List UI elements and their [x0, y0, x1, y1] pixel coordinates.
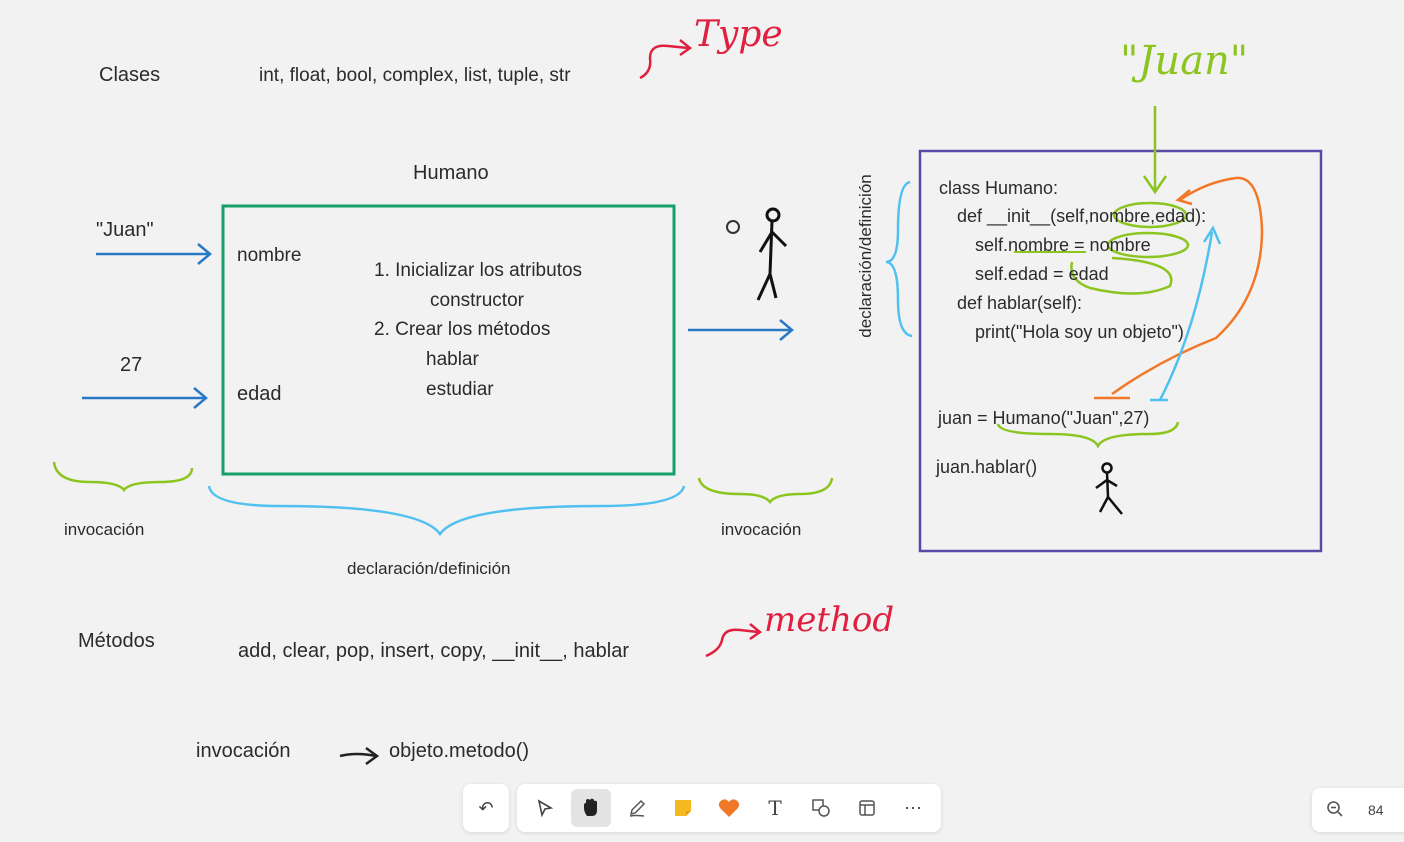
brace-declaracion-bottom	[207, 485, 686, 537]
select-icon[interactable]	[525, 789, 565, 827]
undo-icon[interactable]: ↶	[463, 784, 509, 832]
step-item: estudiar	[426, 379, 494, 400]
code-line: def hablar(self):	[957, 293, 1083, 313]
code-line: self.edad = edad	[975, 264, 1109, 284]
attr-nombre: nombre	[237, 245, 302, 266]
zoom-value[interactable]: 84	[1368, 802, 1384, 818]
brace-declaracion-vertical	[885, 180, 913, 338]
hand-icon[interactable]	[571, 789, 611, 827]
input-juan: "Juan"	[96, 219, 154, 241]
text-icon[interactable]: T	[755, 789, 795, 827]
invocacion-bottom-label: invocación	[196, 740, 291, 762]
brace-invocacion-left	[52, 461, 194, 493]
method-arrow	[705, 623, 763, 658]
juan-note: "Juan"	[1120, 38, 1249, 84]
brace-invocacion-right	[697, 477, 834, 505]
declaracion-bottom-label: declaración/definición	[347, 559, 511, 578]
sticky-note-icon[interactable]	[663, 789, 703, 827]
step-item: 1. Inicializar los atributos	[374, 260, 583, 281]
juan-down-arrow	[1142, 106, 1168, 195]
declaracion-vertical-label: declaración/definición	[856, 174, 875, 338]
code-line: self.nombre = nombre	[975, 235, 1151, 255]
invocacion-arrow	[339, 746, 380, 766]
class-title: Humano	[413, 162, 489, 184]
step-item: hablar	[426, 349, 479, 370]
invocacion-left-label: invocación	[64, 520, 145, 539]
stick-figure-large	[756, 207, 788, 301]
input-arrow-edad	[82, 387, 208, 409]
bottom-toolbar: ↶ T ⋯	[463, 784, 941, 832]
input-arrow-nombre	[96, 243, 212, 265]
tool-group: T ⋯	[517, 784, 941, 832]
drawing-layer	[52, 39, 1323, 766]
output-arrow	[688, 319, 794, 341]
metodos-list: add, clear, pop, insert, copy, __init__,…	[238, 640, 629, 662]
method-note: method	[764, 600, 895, 640]
input-27: 27	[120, 354, 143, 376]
more-icon[interactable]: ⋯	[893, 789, 933, 827]
objeto-metodo: objeto.metodo()	[389, 740, 530, 762]
stick-figure-small	[1095, 462, 1123, 515]
frame-icon[interactable]	[847, 789, 887, 827]
invocacion-right-label: invocación	[721, 520, 802, 539]
zoom-out-icon[interactable]	[1326, 800, 1344, 821]
metodos-label: Métodos	[78, 630, 155, 652]
cursor-circle	[726, 220, 740, 234]
zoom-control: 84	[1312, 788, 1404, 832]
step-item: 2. Crear los métodos	[374, 319, 551, 340]
code-line: print("Hola soy un objeto")	[975, 322, 1184, 342]
attr-edad: edad	[237, 383, 282, 405]
code-line: def __init__(self,nombre,edad):	[957, 206, 1207, 226]
heart-icon[interactable]	[709, 789, 749, 827]
clases-list: int, float, bool, complex, list, tuple, …	[259, 65, 571, 86]
code-line: class Humano:	[939, 178, 1059, 198]
type-note: Type	[694, 14, 783, 55]
shapes-icon[interactable]	[801, 789, 841, 827]
code-call: juan.hablar()	[936, 457, 1038, 477]
step-item: constructor	[430, 290, 524, 311]
type-arrow	[639, 39, 693, 80]
cyan-flow-arrow	[1150, 225, 1222, 402]
pen-icon[interactable]	[617, 789, 657, 827]
clases-label: Clases	[99, 64, 161, 86]
code-instance: juan = Humano("Juan",27)	[938, 408, 1150, 428]
